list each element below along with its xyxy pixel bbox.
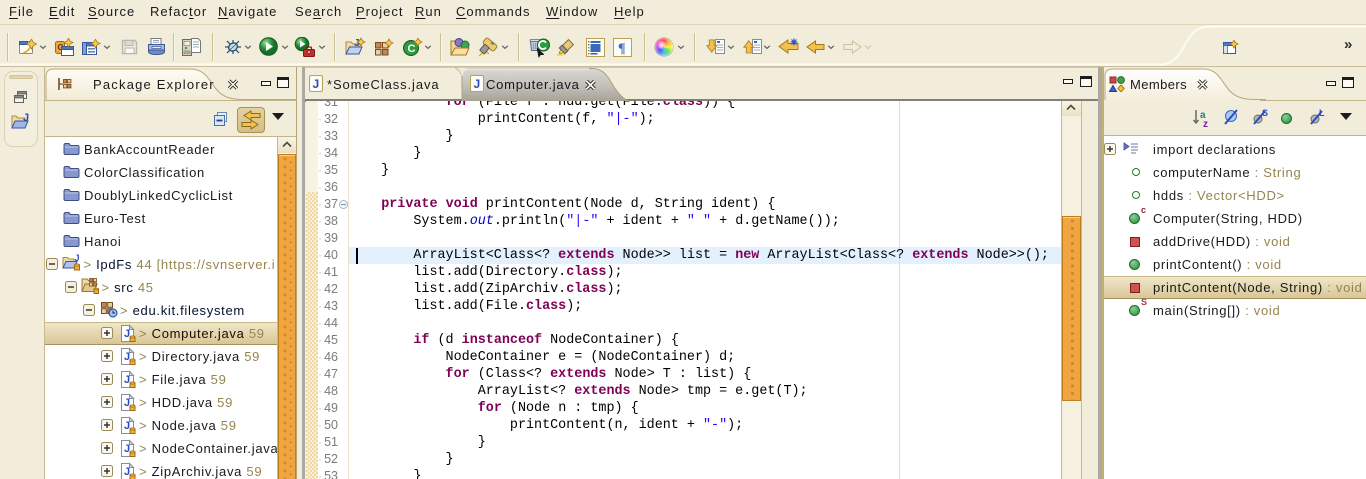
svg-text:J: J [124, 420, 130, 432]
svg-text:J: J [23, 112, 29, 124]
svg-text:J: J [124, 328, 130, 340]
svg-text:J: J [124, 374, 130, 386]
svg-text:J: J [75, 254, 80, 263]
svg-text:J: J [124, 466, 130, 478]
svg-text:J: J [313, 77, 320, 91]
svg-text:J: J [124, 443, 130, 455]
svg-text:J: J [124, 397, 130, 409]
svg-text:J: J [474, 77, 481, 91]
svg-text:J: J [124, 351, 130, 363]
svg-text:z: z [1203, 119, 1208, 129]
